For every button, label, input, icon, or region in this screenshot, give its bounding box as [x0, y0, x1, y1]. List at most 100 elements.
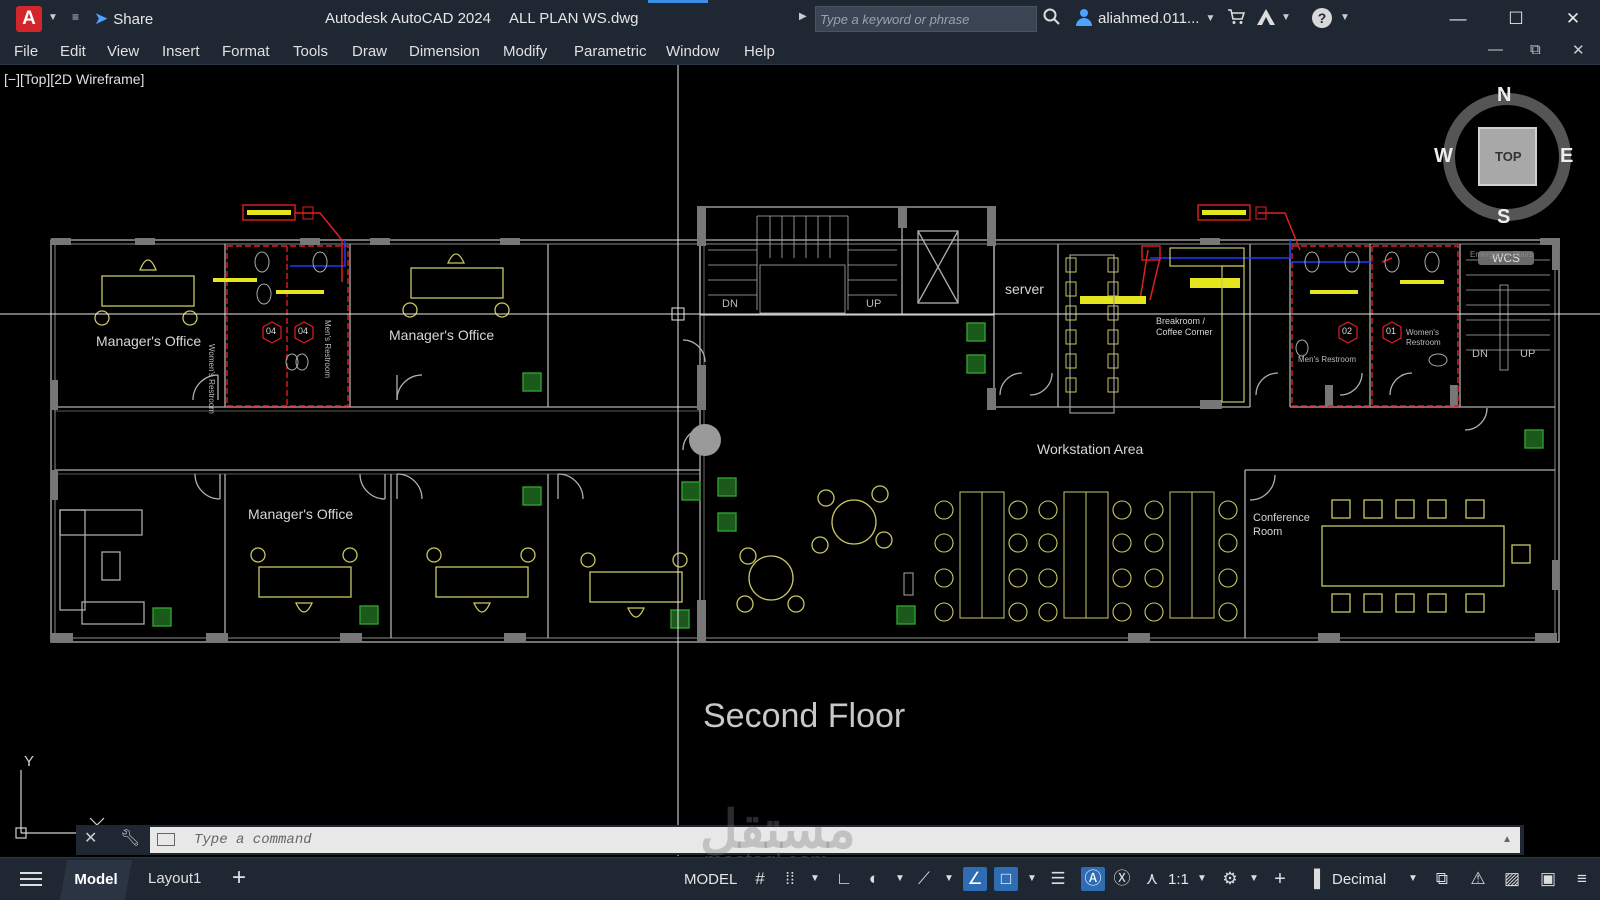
snap-chevron-down-icon[interactable]: ▼ [803, 867, 827, 891]
isolate-objects-icon[interactable]: ▨ [1500, 867, 1524, 891]
units-chevron-down-icon[interactable]: ▼ [1401, 867, 1425, 891]
menu-tools[interactable]: Tools [293, 43, 328, 60]
object-snap-tracking-icon[interactable]: ∠ [963, 867, 987, 891]
cart-icon[interactable] [1227, 9, 1246, 30]
add-layout-button[interactable]: + [232, 864, 246, 892]
user-icon [1076, 9, 1092, 27]
doc-restore-button[interactable]: ⧉ [1530, 41, 1541, 58]
viewcube-south[interactable]: S [1497, 206, 1510, 229]
quick-access-menu-icon[interactable]: ≡ [72, 10, 79, 24]
osnap-chevron-down-icon[interactable]: ▼ [1020, 867, 1044, 891]
store-chevron-down-icon[interactable]: ▼ [1281, 12, 1291, 23]
room-label-server: server [1005, 281, 1044, 297]
viewcube-east[interactable]: E [1560, 145, 1573, 168]
user-account-button[interactable]: aliahmed.011... ▼ [1076, 9, 1215, 27]
room-label-workstation: Workstation Area [1037, 441, 1144, 457]
close-button[interactable]: ✕ [1553, 4, 1593, 34]
doc-minimize-button[interactable]: — [1488, 41, 1503, 58]
user-chevron-down-icon: ▼ [1205, 12, 1216, 24]
menu-help[interactable]: Help [744, 43, 775, 60]
ortho-icon[interactable]: ∟ [832, 867, 856, 891]
tab-layout1[interactable]: Layout1 [148, 870, 201, 887]
model-space-button[interactable]: MODEL [684, 871, 737, 888]
annotation-scale-icon[interactable]: ⋏ [1140, 867, 1164, 891]
share-button[interactable]: ➤ Share [94, 9, 153, 29]
tag-04-b: 04 [298, 326, 309, 336]
search-input[interactable] [815, 6, 1037, 32]
viewport-controls-label[interactable]: [−][Top][2D Wireframe] [4, 71, 144, 87]
command-line-customize-wrench-icon[interactable]: 🔧︎ [120, 828, 140, 848]
polar-chevron-down-icon[interactable]: ▼ [888, 867, 912, 891]
menu-edit[interactable]: Edit [60, 43, 86, 60]
customization-menu-icon[interactable]: ≡ [1570, 867, 1594, 891]
grid-icon[interactable]: # [748, 867, 772, 891]
help-button[interactable]: ? [1312, 8, 1332, 28]
units-value[interactable]: Decimal [1332, 871, 1386, 888]
tab-model[interactable]: Model [60, 860, 132, 900]
search-expand-arrow-icon[interactable]: ▶ [799, 11, 807, 22]
viewcube-north[interactable]: N [1497, 84, 1511, 107]
menu-modify[interactable]: Modify [503, 43, 547, 60]
active-file-indicator [648, 0, 708, 3]
menu-window[interactable]: Window [666, 43, 719, 60]
room-label-womens-restroom-vertical: Women's Restroom [207, 344, 216, 414]
search-icon[interactable] [1043, 8, 1061, 31]
maximize-button[interactable]: ☐ [1496, 4, 1536, 34]
drawing-viewport[interactable]: [−][Top][2D Wireframe] N S E W TOP WCS M… [0, 65, 1600, 856]
object-snap-icon[interactable]: □ [994, 867, 1018, 891]
logo-chevron-down-icon[interactable]: ▼ [48, 12, 58, 23]
annotation-scale-value[interactable]: 1:1 [1168, 871, 1189, 888]
menu-file[interactable]: File [14, 43, 38, 60]
viewcube-top-face[interactable]: TOP [1495, 149, 1522, 164]
floor-plan-drawing[interactable] [0, 65, 1600, 856]
menu-draw[interactable]: Draw [352, 43, 387, 60]
tag-02: 02 [1342, 326, 1353, 336]
lineweight-icon[interactable]: ☰ [1046, 867, 1070, 891]
isodraft-chevron-down-icon[interactable]: ▼ [937, 867, 961, 891]
help-chevron-down-icon[interactable]: ▼ [1340, 12, 1350, 23]
hamburger-menu-icon[interactable] [20, 868, 42, 890]
menu-bar: File Edit View Insert Format Tools Draw … [0, 38, 1600, 65]
quick-properties-icon[interactable]: ⧉ [1430, 867, 1454, 891]
workspace-gear-icon[interactable]: ⚙ [1218, 867, 1242, 891]
command-history-arrow-icon[interactable]: ▲ [1502, 834, 1512, 845]
room-label-conference-line1: Conference [1253, 512, 1310, 524]
units-icon[interactable]: ▐ [1302, 867, 1326, 891]
auto-scale-icon[interactable]: Ⓧ [1110, 867, 1134, 891]
outer-wall [50, 239, 1560, 643]
menu-view[interactable]: View [107, 43, 139, 60]
room-label-mens-restroom-vertical: Men's Restroom [323, 320, 332, 378]
menu-insert[interactable]: Insert [162, 43, 200, 60]
emergency-stair-dn-label: DN [1472, 348, 1488, 360]
room-label-manager-3: Manager's Office [248, 506, 354, 522]
viewcube-west[interactable]: W [1434, 145, 1453, 168]
annotation-visibility-icon[interactable]: Ⓐ [1081, 867, 1105, 891]
room-label-womens-restroom-line1: Women's [1406, 328, 1439, 337]
file-title: ALL PLAN WS.dwg [509, 10, 639, 27]
workspace-chevron-down-icon[interactable]: ▼ [1242, 867, 1266, 891]
app-title: Autodesk AutoCAD 2024 [325, 10, 491, 27]
room-label-breakroom-line1: Breakroom / [1156, 316, 1206, 326]
polar-tracking-icon[interactable]: ◐ [862, 867, 886, 891]
autodesk-app-store-icon[interactable] [1256, 8, 1276, 31]
paper-plane-icon: ➤ [94, 9, 109, 28]
status-bar: Model Layout1 + MODEL # ⁞⁞ ▼ ∟ ◐ ▼ ⟋ ▼ ∠… [0, 857, 1600, 900]
snap-icon[interactable]: ⁞⁞ [778, 867, 802, 891]
autocad-logo-button[interactable]: A [16, 6, 42, 32]
emergency-stairs-label: Emergency Stairs [1470, 250, 1534, 259]
menu-dimension[interactable]: Dimension [409, 43, 480, 60]
minimize-button[interactable]: — [1438, 4, 1478, 34]
graphics-performance-warning-icon[interactable]: ⚠ [1466, 867, 1490, 891]
stair-up-label: UP [866, 298, 882, 310]
annotation-monitor-plus-icon[interactable]: + [1268, 867, 1292, 891]
doc-close-button[interactable]: ✕ [1572, 41, 1585, 59]
stair-dn-label: DN [722, 298, 738, 310]
command-line-close-icon[interactable]: ✕ [84, 828, 97, 848]
cursor-indicator [689, 424, 721, 456]
scale-chevron-down-icon[interactable]: ▼ [1190, 867, 1214, 891]
menu-format[interactable]: Format [222, 43, 270, 60]
clean-screen-icon[interactable]: ▣ [1536, 867, 1560, 891]
isodraft-icon[interactable]: ⟋ [912, 867, 936, 891]
command-prompt-icon[interactable] [157, 833, 175, 846]
menu-parametric[interactable]: Parametric [574, 43, 647, 60]
